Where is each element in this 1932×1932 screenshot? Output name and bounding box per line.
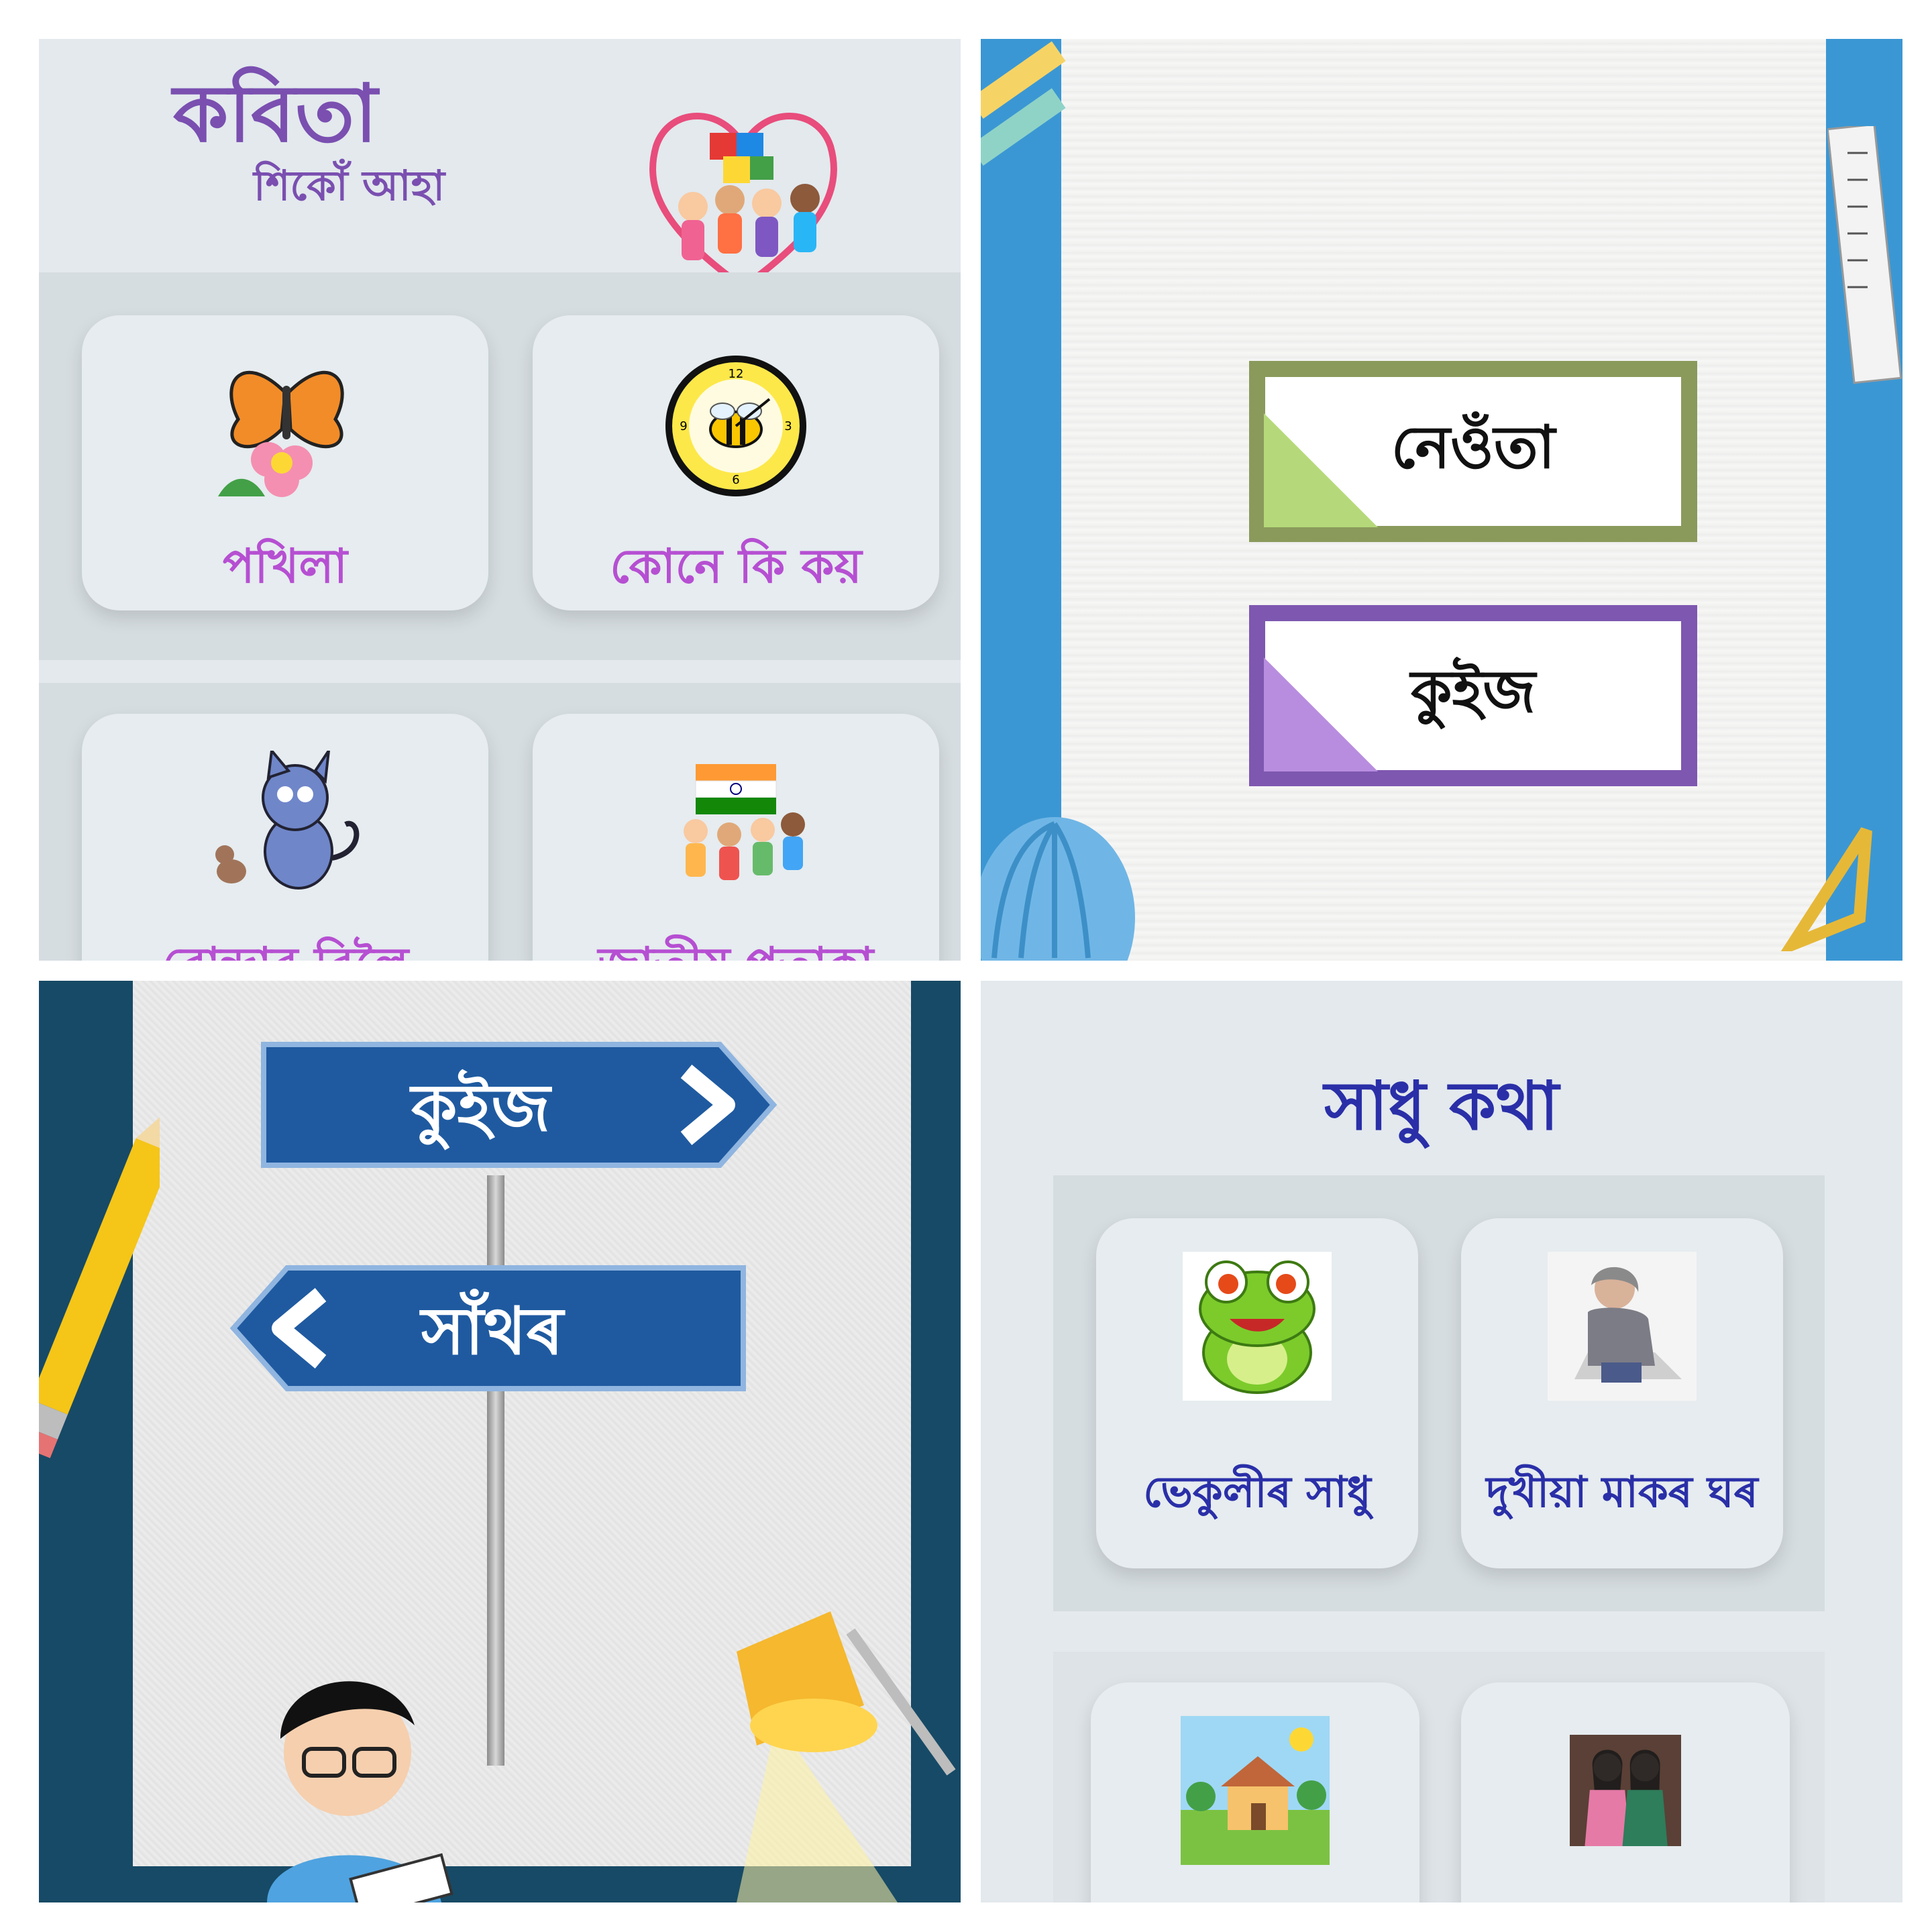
page-title: সাধু কথা [1324, 1067, 1559, 1145]
pencil-icon [39, 1108, 160, 1458]
invite-button[interactable]: নেওঁতা [1249, 361, 1697, 542]
butterfly-flower-icon [218, 370, 344, 497]
poem-card-jatiyo-potaka[interactable]: জাতীয় পতাকা [533, 714, 939, 961]
poem-card-pokhila[interactable]: পখিলা [82, 315, 488, 610]
crayons-icon [981, 41, 1066, 166]
quiz-button[interactable]: কুইজ [1249, 605, 1697, 786]
card-label: ভেকুলীৰ সাধু [1143, 1468, 1371, 1517]
story-card-dukhiya-makor-ghor[interactable]: দুখীয়া মাকৰ ঘৰ [1461, 1218, 1783, 1568]
bee-clock-icon: 12 3 6 9 [665, 356, 806, 496]
ruler-icon [1827, 126, 1902, 384]
svg-text:3: 3 [784, 419, 792, 433]
svg-text:12: 12 [729, 367, 744, 381]
corner-fold-icon [1264, 413, 1378, 527]
boy-reading-icon [267, 1681, 453, 1902]
desk-lamp-icon [737, 1611, 956, 1902]
card-label: কোনে কি কয় [610, 539, 862, 594]
card-label: জাতীয় পতাকা [533, 928, 939, 961]
quiz-sign-label: কুইজ [411, 1070, 551, 1146]
corner-fold-icon [1264, 657, 1378, 771]
main-menu-screen: নেওঁতা কুইজ [981, 39, 1902, 961]
answer-sign-label: সাঁথৰ [421, 1293, 564, 1370]
quiz-label: কুইজ [1410, 656, 1536, 726]
old-woman-icon [1548, 1252, 1697, 1401]
card-label: বোন্দাৰ বিলৈ [82, 928, 488, 961]
story-card-village[interactable] [1091, 1682, 1419, 1902]
quiz-sign-button[interactable]: কুইজ [257, 1038, 780, 1172]
shell-decoration-icon [981, 817, 1135, 961]
poem-card-bondar-bile[interactable]: বোন্দাৰ বিলৈ [82, 714, 488, 961]
set-square-icon [1780, 827, 1872, 951]
quiz-signpost-screen: কুইজ সাঁথৰ [39, 981, 961, 1902]
page-subtitle: শিকোঁ আহা [254, 161, 445, 210]
poem-card-kone-ki-koy[interactable]: 12 3 6 9 কোনে কি কয় [533, 315, 939, 610]
answer-sign-button[interactable]: সাঁথৰ [227, 1261, 750, 1395]
story-card-two-women[interactable] [1461, 1682, 1790, 1902]
svg-text:9: 9 [680, 419, 687, 433]
cat-mouse-icon [215, 751, 360, 890]
village-house-icon [1181, 1716, 1330, 1865]
kids-heart-logo-icon [646, 113, 847, 294]
sadhu-kotha-screen: সাধু কথা ভেকুলীৰ সাধু দুখীয়া মাকৰ ঘৰ [981, 981, 1902, 1902]
card-label: পখিলা [223, 539, 347, 594]
card-label: দুখীয়া মাকৰ ঘৰ [1486, 1468, 1758, 1517]
two-women-icon [1570, 1735, 1681, 1846]
frog-icon [1183, 1252, 1332, 1401]
story-card-bhekulir-sadhu[interactable]: ভেকুলীৰ সাধু [1096, 1218, 1418, 1568]
kobita-screen: কবিতা শিকোঁ আহা পখিলা 12 3 6 9 কোনে কি ক… [39, 39, 961, 961]
invite-label: নেওঁতা [1391, 412, 1556, 482]
children-flag-icon [684, 764, 805, 880]
svg-text:6: 6 [732, 473, 739, 487]
